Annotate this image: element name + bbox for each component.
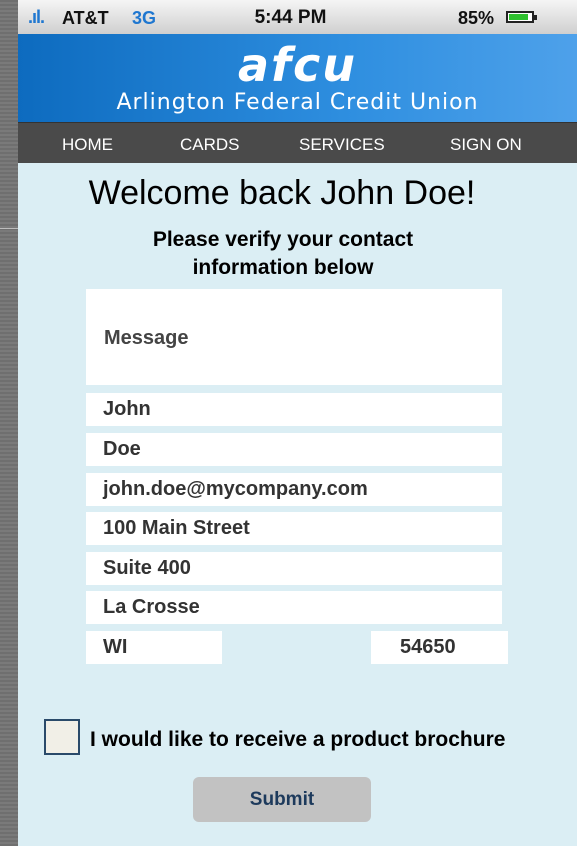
- address-line1-field[interactable]: 100 Main Street: [86, 512, 502, 545]
- city-field[interactable]: La Crosse: [86, 591, 502, 624]
- nav-services[interactable]: SERVICES: [299, 135, 385, 155]
- nav-home[interactable]: HOME: [62, 135, 113, 155]
- instructions-line-2: information below: [192, 256, 374, 279]
- status-bar: .ıl. AT&T 3G 5:44 PM 85%: [18, 0, 577, 34]
- battery-tip: [534, 15, 537, 20]
- submit-button[interactable]: Submit: [193, 777, 371, 822]
- message-label: Message: [104, 327, 189, 349]
- address-line2-field[interactable]: Suite 400: [86, 552, 502, 585]
- first-name-field[interactable]: John: [86, 393, 502, 426]
- welcome-heading: Welcome back John Doe!: [88, 174, 476, 212]
- battery-icon: [506, 11, 534, 23]
- instructions-text: Please verify your contact information b…: [108, 226, 458, 282]
- state-field[interactable]: WI: [86, 631, 222, 664]
- last-name-field[interactable]: Doe: [86, 433, 502, 466]
- message-box: Message: [86, 289, 502, 385]
- battery-percent: 85%: [458, 8, 495, 28]
- email-field[interactable]: john.doe@mycompany.com: [86, 473, 502, 506]
- header-tagline: Arlington Federal Credit Union: [116, 90, 479, 115]
- battery-level-fill: [509, 14, 528, 20]
- frame-divider: [0, 228, 18, 229]
- brochure-checkbox[interactable]: [44, 719, 80, 755]
- instructions-line-1: Please verify your contact: [152, 228, 414, 251]
- main-nav: HOME CARDS SERVICES SIGN ON: [18, 122, 577, 163]
- afcu-logo[interactable]: afcu: [18, 40, 577, 90]
- nav-cards[interactable]: CARDS: [180, 135, 240, 155]
- zip-field[interactable]: 54650: [371, 631, 508, 664]
- left-frame-gutter: [0, 0, 18, 846]
- brochure-label: I would like to receive a product brochu…: [90, 728, 506, 751]
- phone-screen: .ıl. AT&T 3G 5:44 PM 85% afcu Arlington …: [18, 0, 577, 846]
- app-header: afcu Arlington Federal Credit Union: [18, 34, 577, 122]
- nav-sign-on[interactable]: SIGN ON: [450, 135, 522, 155]
